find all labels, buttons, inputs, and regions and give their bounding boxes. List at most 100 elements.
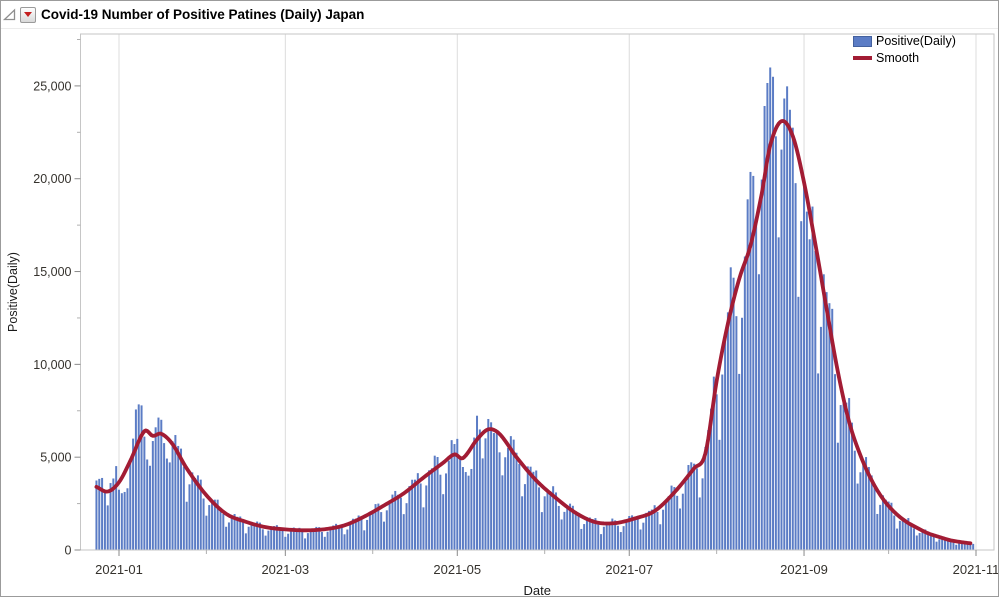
bar[interactable] [757,274,760,550]
bar[interactable] [805,211,808,550]
bar[interactable] [958,542,961,550]
bar[interactable] [180,448,183,550]
bar[interactable] [870,475,873,550]
bar[interactable] [337,525,340,550]
bar[interactable] [430,468,433,550]
bar[interactable] [470,468,473,550]
legend-item-positive[interactable]: Positive(Daily) [853,34,956,48]
bar[interactable] [526,466,529,550]
bar[interactable] [577,515,580,550]
bar[interactable] [876,513,879,550]
bar[interactable] [304,538,307,550]
bar[interactable] [478,429,481,550]
bar[interactable] [619,532,622,550]
bar[interactable] [523,484,526,550]
bar[interactable] [219,507,222,550]
bar[interactable] [673,487,676,550]
bar[interactable] [106,505,109,550]
bar[interactable] [642,522,645,550]
bar[interactable] [436,457,439,550]
bar[interactable] [972,543,975,550]
bar[interactable] [397,494,400,550]
bar[interactable] [822,274,825,550]
bar[interactable] [205,515,208,550]
bar[interactable] [253,523,256,551]
bar[interactable] [896,528,899,550]
bar[interactable] [735,316,738,550]
bar[interactable] [118,489,120,550]
bar[interactable] [261,529,264,550]
bar[interactable] [329,529,332,550]
bar[interactable] [780,149,783,550]
bar[interactable] [382,521,385,550]
bar[interactable] [225,526,228,550]
bar[interactable] [557,505,560,550]
bar[interactable] [662,509,665,550]
bar[interactable] [819,326,822,550]
bar[interactable] [955,544,958,550]
bar[interactable] [893,515,896,550]
bar[interactable] [202,498,205,550]
bar[interactable] [915,535,918,551]
bar[interactable] [676,495,679,550]
bar[interactable] [439,474,442,550]
bar[interactable] [492,433,495,550]
bar[interactable] [484,438,487,550]
bar[interactable] [151,441,154,550]
bar[interactable] [834,374,837,550]
bar[interactable] [349,522,352,550]
bar[interactable] [422,507,425,550]
bar[interactable] [808,239,811,550]
bar[interactable] [693,463,696,550]
bar[interactable] [126,488,129,550]
bar[interactable] [419,483,422,550]
bar[interactable] [656,512,659,550]
bar[interactable] [182,466,185,550]
bar[interactable] [360,519,363,551]
bar[interactable] [270,528,273,550]
bar[interactable] [636,518,639,550]
bar[interactable] [667,496,670,550]
bar[interactable] [616,525,619,550]
bar[interactable] [109,483,112,550]
bar[interactable] [405,503,408,550]
bar[interactable] [120,493,123,550]
bar[interactable] [783,98,786,551]
bar[interactable] [591,519,594,550]
bar[interactable] [188,484,191,550]
bar[interactable] [453,444,456,550]
bar[interactable] [724,334,727,550]
bar[interactable] [281,530,284,550]
bar[interactable] [230,515,233,550]
bar[interactable] [267,530,270,550]
bar[interactable] [227,522,230,550]
bar[interactable] [414,479,416,550]
bar[interactable] [836,442,839,550]
bar[interactable] [366,519,369,550]
bar[interactable] [490,422,493,550]
bar[interactable] [402,514,405,550]
bar[interactable] [459,456,462,550]
bar[interactable] [185,501,188,550]
bar[interactable] [560,519,563,550]
bar[interactable] [250,522,253,550]
bar[interactable] [749,171,752,550]
bar[interactable] [428,470,431,550]
bar[interactable] [585,517,588,550]
bar[interactable] [845,402,848,550]
bar[interactable] [814,251,817,550]
bar[interactable] [461,467,464,550]
bar[interactable] [177,445,180,550]
bar[interactable] [695,468,698,550]
bar[interactable] [935,541,938,550]
bar[interactable] [659,524,662,550]
bar[interactable] [264,535,267,550]
bar[interactable] [701,478,704,550]
bar[interactable] [704,446,707,550]
bar[interactable] [340,527,343,550]
bar[interactable] [343,534,346,550]
bar[interactable] [301,531,304,550]
bar[interactable] [445,473,448,550]
bar[interactable] [839,405,842,550]
bar[interactable] [171,441,174,550]
